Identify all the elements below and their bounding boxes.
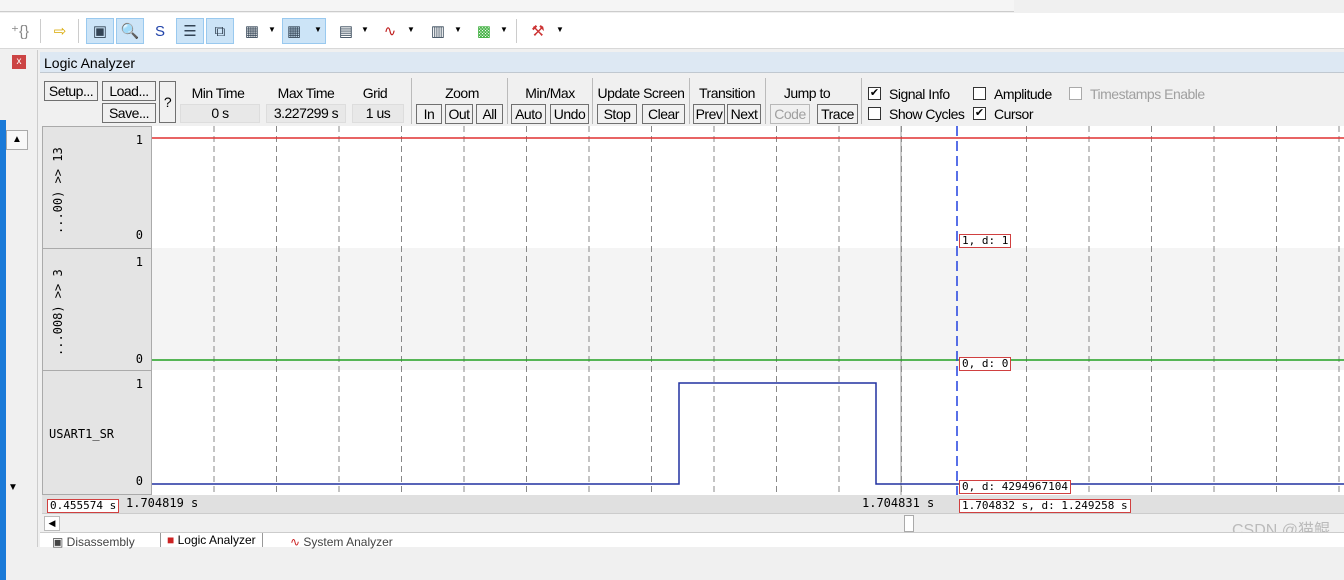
transition-label: Transition bbox=[699, 85, 755, 101]
command-window-icon[interactable]: ▣ bbox=[86, 18, 114, 44]
signal-info-0: 1, d: 1 bbox=[959, 234, 1012, 248]
zoom-all-button[interactable]: All bbox=[476, 104, 503, 124]
minmax-label: Min/Max bbox=[525, 85, 575, 101]
signal-max: 1 bbox=[135, 255, 143, 269]
zoom-in-button[interactable]: In bbox=[416, 104, 442, 124]
load-button[interactable]: Load... bbox=[102, 81, 156, 101]
code-button[interactable]: Code bbox=[770, 104, 810, 124]
timestamps-label: Timestamps Enable bbox=[1090, 86, 1205, 102]
left-time-readout: 0.455574 s bbox=[47, 499, 120, 513]
signal-info-label: Signal Info bbox=[889, 86, 950, 102]
chevron-down-icon[interactable]: ▼ bbox=[361, 25, 369, 34]
amplitude-checkbox[interactable] bbox=[973, 87, 986, 100]
marker-time: 1.704831 s bbox=[862, 496, 935, 510]
prev-button[interactable]: Prev bbox=[693, 104, 725, 124]
start-time: 1.704819 s bbox=[126, 496, 199, 510]
zoom-out-button[interactable]: Out bbox=[445, 104, 473, 124]
signal-min: 0 bbox=[135, 352, 143, 366]
close-icon[interactable]: x bbox=[12, 55, 26, 69]
signal-max: 1 bbox=[135, 377, 143, 391]
setup-button[interactable]: Setup... bbox=[44, 81, 98, 101]
signal-max: 1 bbox=[135, 133, 143, 147]
signal-name: USART1_SR bbox=[49, 427, 115, 441]
cursor-time-readout: 1.704832 s, d: 1.249258 s bbox=[959, 499, 1131, 513]
scroll-left-icon[interactable]: ◀ bbox=[44, 516, 60, 531]
debug-toolbar: ⁺{} ⇨ ▣ 🔍 S ☰ ⧉ ▦ ▼ ▦ ▼ ▤ ▼ ∿ ▼ ▥ ▼ ▩ ▼ ⚒ ▼ bbox=[0, 13, 1344, 49]
grid-label: Grid bbox=[362, 85, 388, 101]
amplitude-label: Amplitude bbox=[994, 86, 1052, 102]
chevron-down-icon[interactable]: ▼ bbox=[454, 25, 462, 34]
waveform-svg bbox=[152, 126, 1344, 495]
min-time-value: 0 s bbox=[180, 104, 260, 123]
auto-button[interactable]: Auto bbox=[511, 104, 546, 124]
update-screen-label: Update Screen bbox=[597, 85, 685, 101]
show-next-statement-icon[interactable]: ⇨ bbox=[46, 18, 74, 44]
serial-icon[interactable]: ▤ bbox=[332, 18, 360, 44]
scroll-down-icon[interactable]: ▼ bbox=[8, 482, 18, 493]
signal-row-1[interactable]: ...008) >> 3 1 0 bbox=[42, 248, 152, 371]
toolbar-top bbox=[0, 0, 1014, 12]
registers-icon[interactable]: ☰ bbox=[176, 18, 204, 44]
undo-button[interactable]: Undo bbox=[550, 104, 589, 124]
disassembly-icon[interactable]: 🔍 bbox=[116, 18, 144, 44]
signal-min: 0 bbox=[135, 474, 143, 488]
time-axis: 0.455574 s 1.704819 s 1.704831 s 1.70483… bbox=[42, 495, 1344, 513]
save-button[interactable]: Save... bbox=[102, 103, 156, 123]
cursor-checkbox[interactable]: ✔ bbox=[973, 107, 986, 120]
braces-icon[interactable]: ⁺{} bbox=[2, 18, 38, 44]
clear-button[interactable]: Clear bbox=[642, 104, 685, 124]
show-cycles-checkbox[interactable] bbox=[868, 107, 881, 120]
stop-button[interactable]: Stop bbox=[597, 104, 637, 124]
bottom-tabs: ▣ Disassembly ■ Logic Analyzer ∿ System … bbox=[40, 532, 1344, 549]
scroll-up-icon[interactable]: ▲ bbox=[6, 130, 28, 150]
signal-info-checkbox[interactable]: ✔ bbox=[868, 87, 881, 100]
chevron-down-icon[interactable]: ▼ bbox=[268, 25, 276, 34]
help-button[interactable]: ? bbox=[159, 81, 176, 123]
trace-button[interactable]: Trace bbox=[817, 104, 858, 124]
cursor-label: Cursor bbox=[994, 106, 1034, 122]
signal-info-1: 0, d: 0 bbox=[959, 357, 1012, 371]
watch-icon[interactable]: ▦ bbox=[238, 18, 266, 44]
signal-name: ...00) >> 13 bbox=[51, 147, 65, 234]
signal-min: 0 bbox=[135, 228, 143, 242]
chevron-down-icon[interactable]: ▼ bbox=[556, 25, 564, 34]
analysis-icon[interactable]: ∿ bbox=[376, 18, 404, 44]
zoom-label: Zoom bbox=[445, 85, 479, 101]
left-panel: x ▲ ▼ bbox=[0, 50, 38, 580]
window-title: Logic Analyzer bbox=[40, 52, 1344, 73]
max-time-label: Max Time bbox=[277, 85, 335, 101]
min-time-label: Min Time bbox=[191, 85, 245, 101]
signal-info-2: 0, d: 4294967104 bbox=[959, 480, 1071, 494]
horizontal-scrollbar[interactable]: ◀ CSDN @猫鲲 bbox=[42, 513, 1344, 539]
signal-2-trace bbox=[152, 382, 1344, 485]
tab-logic-analyzer[interactable]: ■ Logic Analyzer bbox=[160, 533, 263, 547]
symbols-icon[interactable]: S bbox=[146, 18, 174, 44]
toolbox-icon[interactable]: ⚒ bbox=[524, 18, 552, 44]
left-panel-strip bbox=[0, 120, 6, 580]
scrollbar-thumb[interactable] bbox=[904, 515, 914, 532]
chevron-down-icon[interactable]: ▼ bbox=[407, 25, 415, 34]
grid-value: 1 us bbox=[352, 104, 404, 123]
timestamps-checkbox[interactable] bbox=[1069, 87, 1082, 100]
waveform-area[interactable]: ...00) >> 13 1 0 ...008) >> 3 1 0 USART1… bbox=[42, 126, 1344, 495]
signal-row-0[interactable]: ...00) >> 13 1 0 bbox=[42, 126, 152, 249]
signal-name: ...008) >> 3 bbox=[51, 269, 65, 356]
trace-icon[interactable]: ▥ bbox=[424, 18, 452, 44]
chevron-down-icon[interactable]: ▼ bbox=[500, 25, 508, 34]
next-button[interactable]: Next bbox=[727, 104, 761, 124]
system-viewer-icon[interactable]: ▩ bbox=[470, 18, 498, 44]
jump-to-label: Jump to bbox=[783, 85, 831, 101]
max-time-value: 3.227299 s bbox=[266, 104, 346, 123]
show-cycles-label: Show Cycles bbox=[889, 106, 965, 122]
call-stack-icon[interactable]: ⧉ bbox=[206, 18, 234, 44]
signal-row-2[interactable]: USART1_SR 1 0 bbox=[42, 370, 152, 495]
chevron-down-icon[interactable]: ▼ bbox=[314, 25, 322, 34]
